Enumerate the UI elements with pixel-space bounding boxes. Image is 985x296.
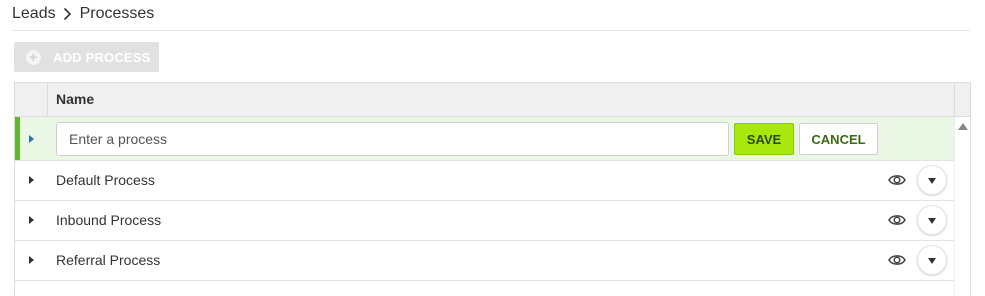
expand-row-icon[interactable] [29,176,34,184]
grid-header: Name [15,83,970,117]
eye-icon[interactable] [888,213,906,227]
breadcrumb-item-processes: Processes [79,5,155,22]
breadcrumb-item-leads[interactable]: Leads [12,5,56,23]
add-process-button[interactable]: + ADD PROCESS [14,42,159,72]
chevron-right-icon [62,6,74,22]
process-name: Referral Process [56,252,161,268]
eye-icon[interactable] [888,253,906,267]
column-header-name[interactable]: Name [56,83,94,116]
plus-circle-icon: + [26,49,41,65]
table-row[interactable]: Default Process [15,161,954,201]
expand-row-icon[interactable] [29,256,34,264]
breadcrumb: Leads Processes [12,4,154,24]
header-scroll-cell [954,83,970,116]
expand-row-icon[interactable] [29,216,34,224]
processes-grid: Name SAVE CANCEL Default Process Inbound… [14,82,971,296]
new-process-row: SAVE CANCEL [15,117,954,161]
row-menu-button[interactable] [917,205,947,235]
process-name-input[interactable] [56,122,729,156]
caret-down-icon [928,258,936,264]
row-menu-button[interactable] [917,245,947,275]
cancel-button[interactable]: CANCEL [799,123,878,155]
caret-down-icon [928,178,936,184]
process-name: Default Process [56,172,155,188]
vertical-scrollbar[interactable] [954,117,970,296]
save-button[interactable]: SAVE [734,123,794,155]
caret-down-icon [928,218,936,224]
expand-row-icon[interactable] [29,135,34,143]
scroll-up-icon[interactable] [958,123,968,130]
active-row-accent [15,117,20,160]
divider [12,30,970,31]
row-menu-button[interactable] [917,165,947,195]
table-row[interactable]: Inbound Process [15,201,954,241]
add-process-label: ADD PROCESS [53,49,151,65]
header-expander-cell [15,83,48,116]
eye-icon[interactable] [888,173,906,187]
table-row[interactable]: Referral Process [15,241,954,281]
process-name: Inbound Process [56,212,162,228]
